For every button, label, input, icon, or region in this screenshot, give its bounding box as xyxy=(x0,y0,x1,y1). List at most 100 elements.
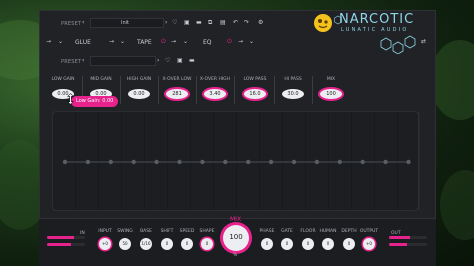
chevron-down-icon[interactable]: ⌄ xyxy=(249,39,254,45)
curve-node xyxy=(62,159,68,165)
eq-knob-label: X-OVER HIGH xyxy=(199,77,231,82)
eq-knob[interactable]: 281 xyxy=(166,89,188,99)
bottom-knob[interactable]: +0 xyxy=(363,238,375,250)
preset-label: PRESET xyxy=(61,21,82,27)
background-foliage xyxy=(430,40,474,120)
curve-node xyxy=(108,159,113,165)
eq-knob[interactable]: 30.0 xyxy=(282,89,304,99)
curve-node xyxy=(383,159,388,165)
eq-curve xyxy=(62,159,411,165)
module-tape[interactable]: TAPE xyxy=(137,39,152,46)
shuffle-icon[interactable]: ⇄ xyxy=(421,39,426,45)
preset-name: Init xyxy=(121,20,129,26)
eq-knob-label: HI PASS xyxy=(284,77,302,82)
bottom-knob[interactable]: 0 xyxy=(201,238,213,250)
chevron-down-icon[interactable]: ⌄ xyxy=(183,39,188,45)
bottom-knob[interactable]: 0 xyxy=(343,238,355,250)
bottom-knob-label: HUMAN xyxy=(319,229,337,234)
copy-icon[interactable]: ⧉ xyxy=(208,20,212,26)
prev-preset-icon[interactable]: ‹ xyxy=(82,58,84,64)
bottom-knob-label: OUTPUT xyxy=(359,229,379,234)
input-meter xyxy=(47,243,85,246)
curve-node xyxy=(85,159,91,165)
bottom-knob[interactable]: 0 xyxy=(261,238,273,250)
eq-curve-display[interactable] xyxy=(52,111,419,211)
module-glue[interactable]: GLUE xyxy=(75,39,91,46)
curve-node xyxy=(223,159,228,165)
module-preset-label: PRESET xyxy=(61,59,82,65)
eq-knob-label: HIGH GAIN xyxy=(126,77,152,82)
arrow-right-icon: → xyxy=(238,38,244,45)
paste-icon[interactable]: ▤ xyxy=(220,20,226,26)
resize-cursor-icon xyxy=(67,93,74,105)
curve-node xyxy=(246,159,251,165)
eq-knob-label: LOW GAIN xyxy=(51,77,75,82)
chevron-down-icon[interactable]: ⌄ xyxy=(58,39,63,45)
curve-node xyxy=(291,159,297,165)
redo-icon[interactable]: ↷ xyxy=(244,20,249,26)
power-icon[interactable]: ⏻ xyxy=(161,39,166,45)
bottom-knob-label: INPUT xyxy=(98,229,112,234)
favorite-heart-icon[interactable]: ♡ xyxy=(172,20,177,26)
save-disk-icon[interactable]: ▣ xyxy=(177,58,183,64)
save-disk-icon[interactable]: ▣ xyxy=(184,20,190,26)
curve-node xyxy=(154,159,159,165)
curve-node xyxy=(406,159,411,165)
curve-node xyxy=(314,159,320,165)
bottom-knob-label: SPEED xyxy=(179,229,195,234)
bottom-knob-label: SWING xyxy=(117,229,133,234)
bottom-knob[interactable]: +0 xyxy=(99,238,111,250)
eq-knob-label: LOW PASS xyxy=(243,77,267,82)
bottom-knob-label: SHIFT xyxy=(160,229,174,234)
bottom-knob[interactable]: 0 xyxy=(302,238,314,250)
curve-node xyxy=(131,159,136,165)
arrow-right-icon: → xyxy=(171,38,177,45)
knob-divider xyxy=(234,76,235,104)
eq-knob[interactable]: 16.0 xyxy=(244,89,266,99)
curve-node xyxy=(200,159,205,165)
eq-knob[interactable]: 100 xyxy=(320,89,342,99)
module-eq[interactable]: EQ xyxy=(203,39,212,46)
eq-knob[interactable]: 3.40 xyxy=(204,89,226,99)
bottom-knob[interactable]: 0 xyxy=(161,238,173,250)
mix-percent: % xyxy=(233,253,238,258)
folder-icon[interactable]: ▬ xyxy=(189,58,195,64)
bottom-knob-label: DEPTH xyxy=(341,229,357,234)
eq-knob[interactable]: 0.00 xyxy=(128,89,150,99)
eq-knob-label: MIX xyxy=(326,77,336,82)
favorite-heart-icon[interactable]: ♡ xyxy=(165,58,170,64)
bottom-knob[interactable]: 50 xyxy=(119,238,131,250)
settings-gear-icon[interactable]: ⚙ xyxy=(258,20,263,26)
eq-knob-label: MID GAIN xyxy=(90,77,112,82)
folder-icon[interactable]: ▬ xyxy=(196,20,202,26)
background-foliage xyxy=(440,170,474,240)
curve-node xyxy=(360,159,365,165)
undo-icon[interactable]: ↶ xyxy=(233,20,238,26)
next-preset-icon[interactable]: › xyxy=(165,20,167,26)
output-meter xyxy=(389,236,427,239)
chevron-down-icon[interactable]: ⌄ xyxy=(120,39,125,45)
bottom-knob[interactable]: 0 xyxy=(322,238,334,250)
arrow-right-icon: → xyxy=(109,38,115,45)
lunatic-logo-icon xyxy=(314,14,332,32)
prev-preset-icon[interactable]: ‹ xyxy=(82,20,84,26)
arrow-right-icon: → xyxy=(46,38,52,45)
bottom-knob[interactable]: 0 xyxy=(181,238,193,250)
power-icon[interactable]: ⏻ xyxy=(227,39,232,45)
bottom-knob-label: PHASE xyxy=(259,229,275,234)
mix-knob[interactable]: 100 xyxy=(223,225,249,251)
bottom-knob-label: SHAPE xyxy=(199,229,215,234)
next-preset-icon[interactable]: › xyxy=(157,58,159,64)
curve-node xyxy=(268,159,274,165)
input-meter xyxy=(47,236,85,239)
bottom-knob[interactable]: 1/16 xyxy=(140,238,152,250)
eq-knob-label: X-OVER LOW xyxy=(162,77,192,82)
low-gain-tooltip: Low Gain: 0.00 xyxy=(71,96,119,107)
preset-field[interactable]: Init xyxy=(90,18,164,28)
mix-knob-value: 100 xyxy=(229,233,243,241)
curve-node xyxy=(177,159,182,165)
bottom-knob[interactable]: 0 xyxy=(281,238,293,250)
module-preset-field[interactable] xyxy=(90,56,156,66)
output-meter xyxy=(389,243,427,246)
bottom-knob-label: FLOOR xyxy=(300,229,316,234)
